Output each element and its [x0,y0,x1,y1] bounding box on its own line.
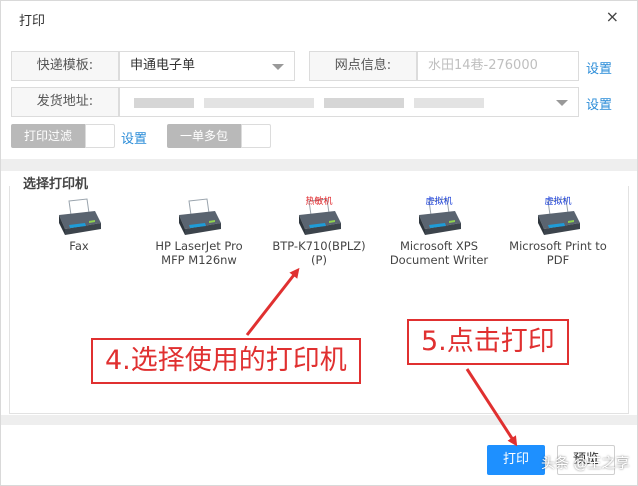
printer-item[interactable]: 虚拟机 Microsoft XPS Document Writer [387,197,491,267]
template-label: 快递模板: [11,51,119,81]
redacted-text [204,98,314,108]
outlet-field: 水田14巷-276000 [417,51,579,81]
printer-name: HP LaserJet Pro MFP M126nw [155,239,243,267]
address-settings-link[interactable]: 设置 [586,94,612,113]
dialog-title: 打印 [19,14,46,29]
printer-name: Microsoft Print to PDF [509,239,607,267]
printer-name: BTP-K710(BPLZ) (P) [272,239,366,267]
printer-item[interactable]: Fax [27,197,131,253]
printer-section-title: 选择打印机 [23,177,89,192]
printer-item[interactable]: 热敏机 BTP-K710(BPLZ) (P) [267,197,371,267]
print-filter-settings-link[interactable]: 设置 [121,128,147,147]
chevron-down-icon [556,100,568,106]
print-filter-label: 打印过滤 [11,124,85,148]
section-divider [1,159,637,171]
outlet-settings-link[interactable]: 设置 [586,58,612,77]
chevron-down-icon [272,64,284,70]
toggle-switch[interactable] [241,124,271,148]
printer-name: Microsoft XPS Document Writer [389,239,489,267]
printer-tag: 虚拟机 [425,197,453,207]
printer-name: Fax [69,239,89,253]
step4-annotation: 4.选择使用的打印机 [91,338,361,384]
printer-item[interactable]: 虚拟机 Microsoft Print to PDF [506,197,610,267]
multi-package-label: 一单多包 [167,124,241,148]
step5-annotation: 5.点击打印 [407,319,569,365]
redacted-text [134,98,194,108]
outlet-label: 网点信息: [309,51,417,81]
printer-tag: 热敏机 [305,197,333,207]
dialog-titlebar: 打印 × [1,1,637,35]
printer-icon [179,198,221,235]
redacted-text [324,98,404,108]
template-row: 快递模板: 申通电子单 网点信息: 水田14巷-276000 设置 [11,51,631,81]
template-value: 申通电子单 [130,58,196,73]
template-select[interactable]: 申通电子单 [119,51,295,81]
print-button[interactable]: 打印 [487,445,545,475]
close-icon[interactable]: × [606,9,619,25]
printer-item[interactable]: HP LaserJet Pro MFP M126nw [147,197,251,267]
redacted-text [414,98,484,108]
toggle-switch[interactable] [85,124,115,148]
printer-tag: 虚拟机 [544,197,572,207]
print-filter-toggle[interactable]: 打印过滤 [11,124,117,148]
multi-package-toggle[interactable]: 一单多包 [167,124,273,148]
footer-divider [1,415,637,425]
print-dialog: 打印 × 快递模板: 申通电子单 网点信息: 水田14巷-276000 设置 发… [0,0,638,486]
watermark-text: 头条 @王之享 [541,456,630,472]
printer-icon [59,198,101,235]
address-row: 发货地址: 设置 [11,87,631,117]
address-label: 发货地址: [11,87,119,117]
address-select[interactable] [119,87,579,117]
